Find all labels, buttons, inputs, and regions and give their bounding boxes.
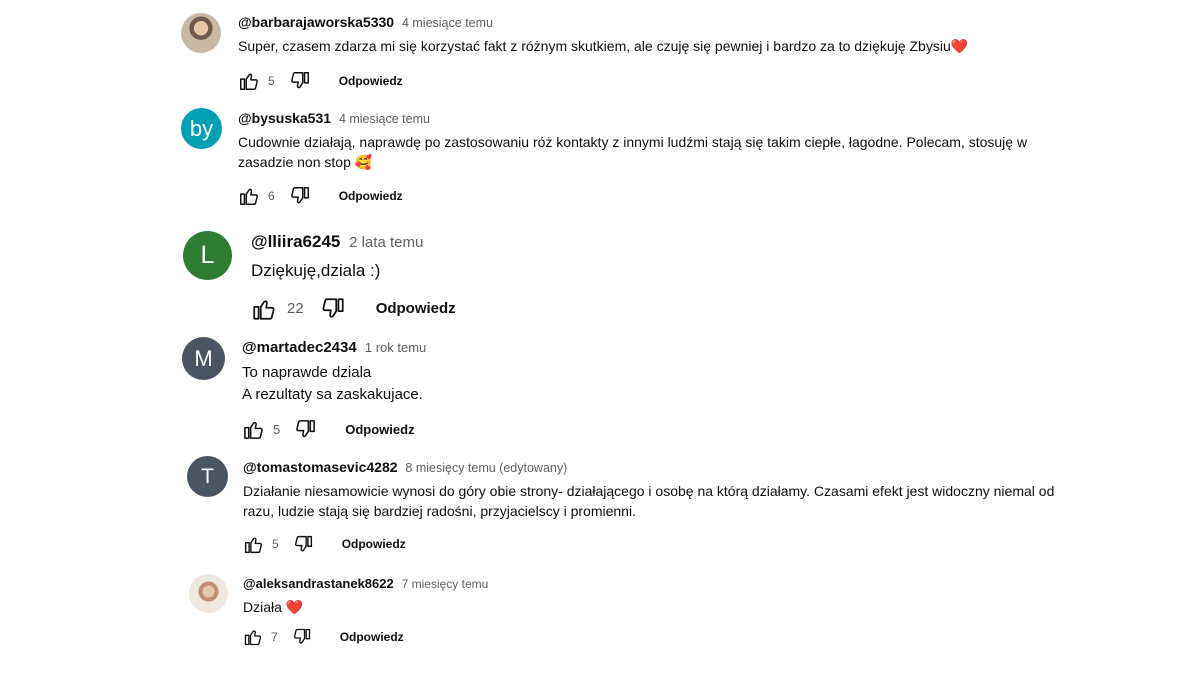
like-icon[interactable] — [238, 185, 260, 207]
author-handle[interactable]: @lliira6245 — [251, 232, 340, 251]
dislike-icon[interactable] — [292, 627, 312, 647]
like-count: 22 — [287, 300, 304, 318]
avatar[interactable] — [189, 574, 228, 613]
author-handle[interactable]: @aleksandrastanek8622 — [243, 576, 394, 591]
heart-emoji: ❤️ — [285, 599, 304, 615]
dislike-icon[interactable] — [294, 418, 317, 441]
reply-button[interactable]: Odpowiedz — [339, 189, 403, 203]
avatar[interactable]: T — [187, 456, 228, 497]
comment-time[interactable]: 7 miesięcy temu — [402, 577, 489, 591]
comment-body: @barbarajaworska5330 4 miesiące temu Sup… — [238, 14, 1078, 92]
like-count: 5 — [272, 537, 279, 552]
avatar[interactable]: L — [183, 231, 232, 280]
like-count: 6 — [268, 188, 275, 203]
reply-button[interactable]: Odpowiedz — [340, 630, 404, 644]
author-handle[interactable]: @tomastomasevic4282 — [243, 459, 398, 475]
like-count: 7 — [271, 630, 278, 645]
like-icon[interactable] — [243, 534, 264, 555]
reply-button[interactable]: Odpowiedz — [342, 537, 406, 551]
comment-text: Cudownie działają, naprawdę po zastosowa… — [238, 134, 1028, 171]
avatar[interactable]: M — [182, 337, 225, 380]
comment-time[interactable]: 8 miesięcy temu (edytowany) — [405, 461, 567, 475]
comment-body: @aleksandrastanek8622 7 miesięcy temu Dz… — [243, 575, 1043, 647]
author-handle[interactable]: @bysuska531 — [238, 110, 331, 126]
smiling-hearts-emoji: 🥰 — [354, 154, 373, 171]
author-handle[interactable]: @martadec2434 — [242, 339, 357, 356]
heart-emoji: ❤️ — [950, 38, 969, 54]
comment-text: Działa ❤️ — [243, 599, 304, 615]
comment-text: Super, czasem zdarza mi się korzystać fa… — [238, 38, 969, 54]
avatar[interactable]: by — [181, 108, 222, 149]
reply-button[interactable]: Odpowiedz — [339, 74, 403, 88]
comment-text: Działanie niesamowicie wynosi do góry ob… — [243, 483, 1055, 520]
reply-button[interactable]: Odpowiedz — [345, 422, 414, 437]
dislike-icon[interactable] — [293, 534, 314, 555]
reply-button[interactable]: Odpowiedz — [376, 300, 456, 317]
like-icon[interactable] — [251, 296, 277, 322]
author-handle[interactable]: @barbarajaworska5330 — [238, 14, 394, 30]
comment-text: To naprawde dziala A rezultaty sa zaskak… — [242, 364, 423, 403]
comment-body: @martadec2434 1 rok temu To naprawde dzi… — [242, 339, 1042, 441]
dislike-icon[interactable] — [289, 70, 311, 92]
comment-time[interactable]: 2 lata temu — [349, 234, 423, 251]
like-count: 5 — [268, 74, 275, 89]
comment-body: @bysuska531 4 miesiące temu Cudownie dzi… — [238, 110, 1053, 207]
like-icon[interactable] — [242, 418, 265, 441]
like-icon[interactable] — [243, 627, 263, 647]
comment-time[interactable]: 1 rok temu — [365, 340, 426, 355]
like-icon[interactable] — [238, 70, 260, 92]
comment-body: @lliira6245 2 lata temu Dziękuję,dziala … — [251, 232, 851, 322]
dislike-icon[interactable] — [289, 185, 311, 207]
avatar[interactable] — [181, 13, 221, 53]
comment-time[interactable]: 4 miesiące temu — [339, 112, 430, 126]
comment-time[interactable]: 4 miesiące temu — [402, 16, 493, 30]
comment-body: @tomastomasevic4282 8 miesięcy temu (edy… — [243, 459, 1058, 555]
like-count: 5 — [273, 421, 281, 437]
dislike-icon[interactable] — [320, 296, 346, 322]
comment-text: Dziękuję,dziala :) — [251, 261, 381, 280]
